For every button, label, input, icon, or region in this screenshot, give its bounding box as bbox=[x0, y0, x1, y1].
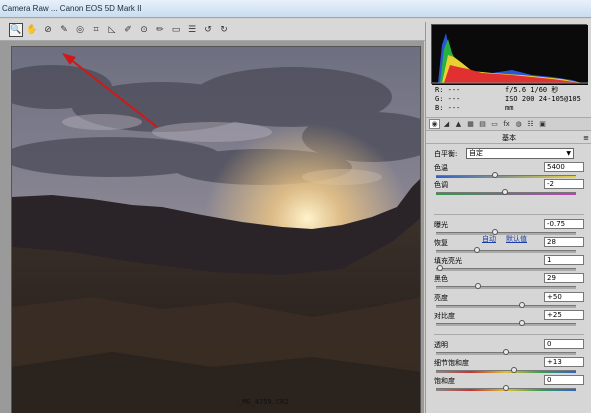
green-readout: G: --- bbox=[435, 95, 461, 103]
red-eye-tool-icon[interactable]: ⊙ bbox=[137, 23, 151, 37]
white-balance-label: 白平衡: bbox=[434, 150, 458, 158]
recovery-slider-thumb[interactable] bbox=[473, 247, 480, 253]
panel-tabs: ◉ ◢ ▲ ▦ ▤ ▭ fx ◍ ☷ ▣ bbox=[426, 117, 591, 131]
clarity-label: 透明 bbox=[434, 341, 448, 349]
basic-tab-icon[interactable]: ◉ bbox=[429, 119, 440, 129]
temperature-slider-track[interactable] bbox=[436, 175, 576, 178]
detail-tab-icon[interactable]: ▲ bbox=[453, 119, 464, 129]
section-title-label: 基本 bbox=[502, 134, 516, 142]
fill-light-slider-track[interactable] bbox=[436, 268, 576, 271]
effects-tab-icon[interactable]: fx bbox=[501, 119, 512, 129]
preferences-tool-icon[interactable]: ☰ bbox=[185, 23, 199, 37]
blacks-value-input[interactable]: 29 bbox=[544, 273, 584, 283]
contrast-slider-row: 对比度 +25 bbox=[434, 310, 586, 331]
rotate-cw-tool-icon[interactable]: ↻ bbox=[217, 23, 231, 37]
blacks-slider-row: 黑色 29 bbox=[434, 273, 586, 294]
straighten-tool-icon[interactable]: ◺ bbox=[105, 23, 119, 37]
brightness-value-input[interactable]: +50 bbox=[544, 292, 584, 302]
recovery-label: 恢复 bbox=[434, 239, 448, 247]
zoom-tool-icon[interactable]: 🔍 bbox=[9, 22, 23, 37]
section-divider bbox=[434, 214, 584, 215]
chevron-down-icon: ▼ bbox=[566, 150, 571, 157]
snapshots-tab-icon[interactable]: ▣ bbox=[537, 119, 548, 129]
brightness-label: 亮度 bbox=[434, 294, 448, 302]
blacks-slider-thumb[interactable] bbox=[474, 283, 481, 289]
clarity-slider-thumb[interactable] bbox=[503, 349, 509, 355]
tint-value-input[interactable]: -2 bbox=[544, 179, 584, 189]
targeted-adjustment-tool-icon[interactable]: ◎ bbox=[73, 23, 87, 37]
recovery-slider-track[interactable] bbox=[436, 250, 576, 253]
temperature-value-input[interactable]: 5400 bbox=[544, 162, 584, 172]
contrast-label: 对比度 bbox=[434, 312, 455, 320]
vibrance-value-input[interactable]: +13 bbox=[544, 357, 584, 367]
color-sampler-tool-icon[interactable]: ✎ bbox=[57, 23, 71, 37]
crop-tool-icon[interactable]: ⌗ bbox=[89, 23, 103, 37]
saturation-label: 饱和度 bbox=[434, 377, 455, 385]
blacks-label: 黑色 bbox=[434, 275, 448, 283]
histogram bbox=[431, 24, 588, 85]
saturation-slider-thumb[interactable] bbox=[503, 385, 509, 391]
hsl-tab-icon[interactable]: ▦ bbox=[465, 119, 476, 129]
vibrance-slider-track[interactable] bbox=[436, 370, 576, 373]
title-bar: Camera Raw ... Canon EOS 5D Mark II bbox=[0, 0, 591, 18]
saturation-value-input[interactable]: 0 bbox=[544, 375, 584, 385]
graduated-filter-tool-icon[interactable]: ▭ bbox=[169, 23, 183, 37]
tint-label: 色调 bbox=[434, 181, 448, 189]
exposure-info: f/5.6 1/60 秒 bbox=[505, 86, 559, 94]
lens-tab-icon[interactable]: ▭ bbox=[489, 119, 500, 129]
tint-slider-thumb[interactable] bbox=[501, 189, 508, 195]
split-toning-tab-icon[interactable]: ▤ bbox=[477, 119, 488, 129]
contrast-slider-track[interactable] bbox=[436, 323, 576, 326]
section-divider bbox=[434, 334, 584, 335]
saturation-slider-row: 饱和度 0 bbox=[434, 375, 586, 396]
blacks-slider-track[interactable] bbox=[436, 286, 576, 289]
exposure-value-input[interactable]: -0.75 bbox=[544, 219, 584, 229]
adjustment-brush-tool-icon[interactable]: ✏ bbox=[153, 23, 167, 37]
histogram-info: R: --- G: --- B: --- f/5.6 1/60 秒 ISO 20… bbox=[431, 86, 587, 114]
rotate-ccw-tool-icon[interactable]: ↺ bbox=[201, 23, 215, 37]
section-title: 基本 ≡ bbox=[426, 132, 591, 144]
white-balance-select[interactable]: 自定 ▼ bbox=[466, 148, 574, 159]
spot-removal-tool-icon[interactable]: ✐ bbox=[121, 23, 135, 37]
temperature-label: 色温 bbox=[434, 164, 448, 172]
iso-lens-info: ISO 200 24-105@105 mm bbox=[505, 95, 581, 112]
panel-menu-icon[interactable]: ≡ bbox=[583, 132, 589, 144]
fill-light-value-input[interactable]: 1 bbox=[544, 255, 584, 265]
image-preview-area: _MG_4759.CR2 bbox=[0, 41, 424, 413]
exposure-slider-track[interactable] bbox=[436, 232, 576, 235]
vibrance-slider-thumb[interactable] bbox=[511, 367, 518, 373]
white-balance-value: 自定 bbox=[469, 149, 483, 157]
camera-calibration-tab-icon[interactable]: ◍ bbox=[513, 119, 524, 129]
window-title: Camera Raw ... Canon EOS 5D Mark II bbox=[2, 4, 142, 13]
tone-curve-tab-icon[interactable]: ◢ bbox=[441, 119, 452, 129]
right-panel: R: --- G: --- B: --- f/5.6 1/60 秒 ISO 20… bbox=[425, 22, 591, 413]
red-readout: R: --- bbox=[435, 86, 461, 94]
filename-label: _MG_4759.CR2 bbox=[238, 398, 289, 406]
contrast-value-input[interactable]: +25 bbox=[544, 310, 584, 320]
recovery-value-input[interactable]: 28 bbox=[544, 237, 584, 247]
vibrance-label: 细节饱和度 bbox=[434, 359, 469, 367]
brightness-slider-track[interactable] bbox=[436, 305, 576, 308]
exposure-label: 曝光 bbox=[434, 221, 448, 229]
white-balance-tool-icon[interactable]: ⊘ bbox=[41, 23, 55, 37]
blue-readout: B: --- bbox=[435, 104, 461, 112]
photo-preview[interactable] bbox=[11, 46, 421, 413]
presets-tab-icon[interactable]: ☷ bbox=[525, 119, 536, 129]
hand-tool-icon[interactable]: ✋ bbox=[25, 23, 39, 37]
tint-slider-row: 色调 -2 bbox=[434, 179, 586, 200]
clarity-value-input[interactable]: 0 bbox=[544, 339, 584, 349]
